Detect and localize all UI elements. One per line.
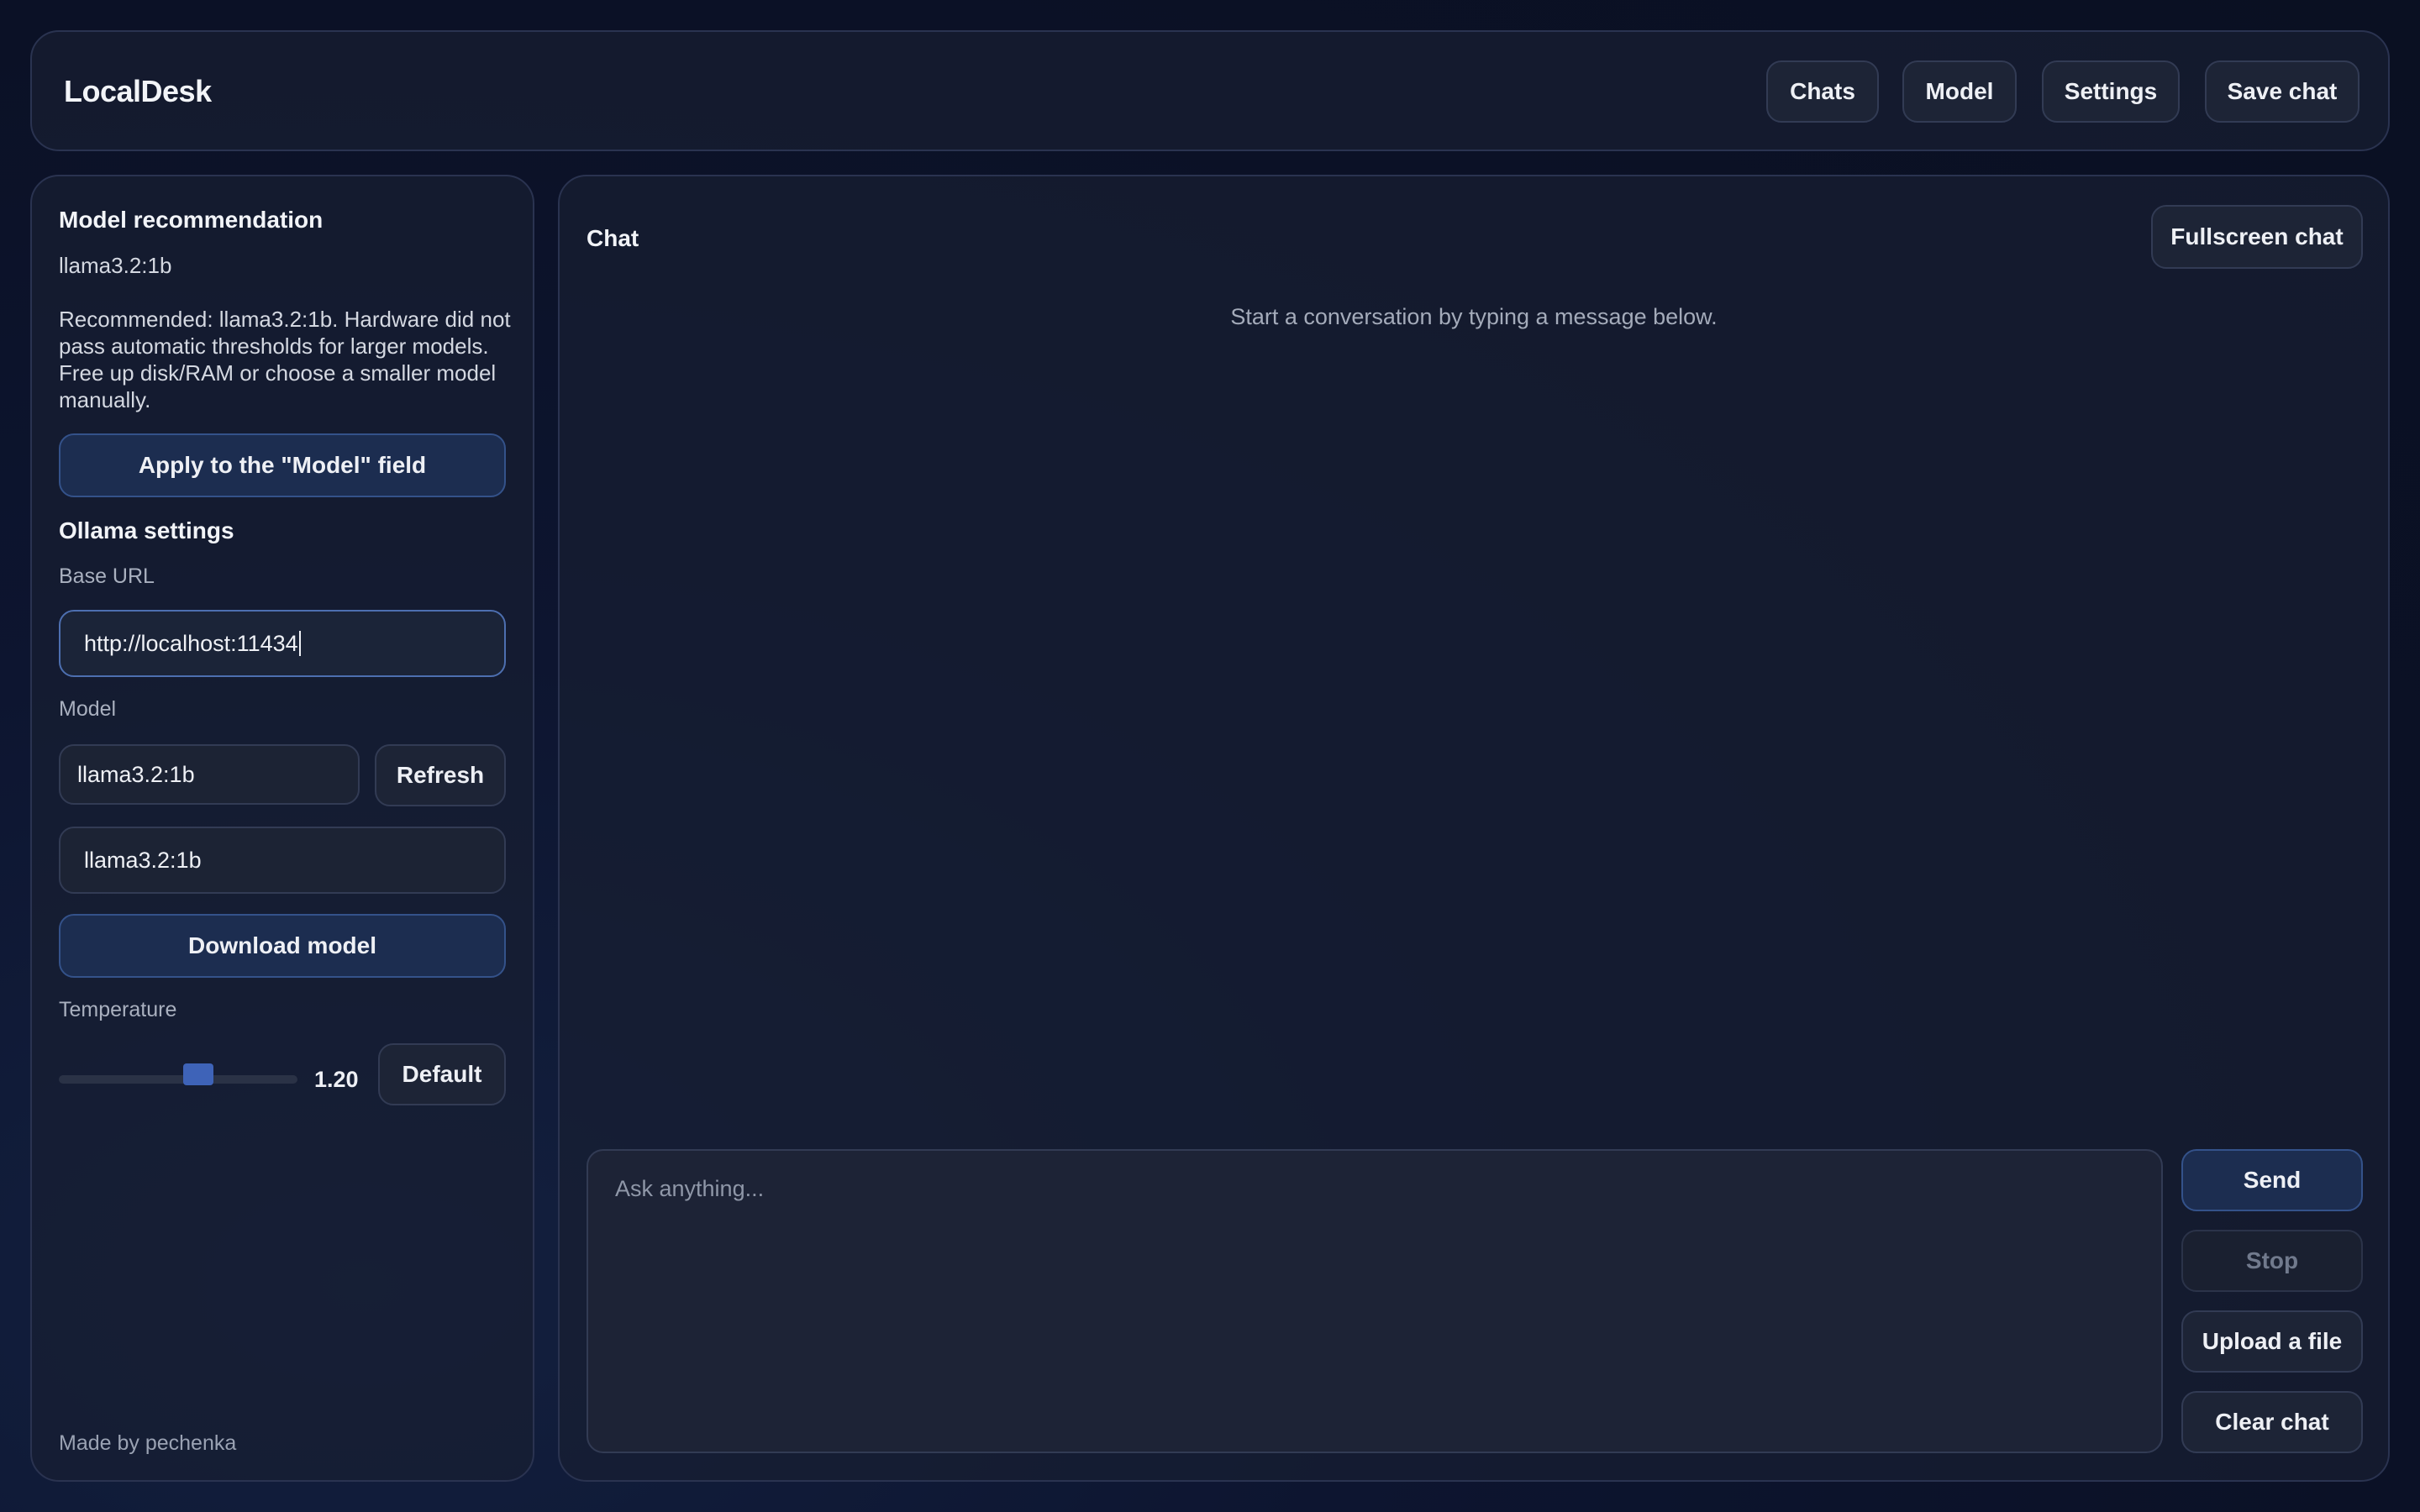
upload-file-button[interactable]: Upload a file xyxy=(2181,1310,2363,1373)
settings-button[interactable]: Settings xyxy=(2042,60,2180,123)
chats-button[interactable]: Chats xyxy=(1766,60,1879,123)
model-button[interactable]: Model xyxy=(1902,60,2017,123)
model-select[interactable]: llama3.2:1b xyxy=(59,744,360,805)
chat-panel: Chat Fullscreen chat Start a conversatio… xyxy=(558,175,2390,1482)
model-label: Model xyxy=(59,697,117,721)
footer-credit: Made by pechenka xyxy=(59,1431,237,1455)
text-caret xyxy=(298,631,301,656)
temperature-slider-track[interactable] xyxy=(59,1075,297,1084)
base-url-label: Base URL xyxy=(59,564,155,588)
download-model-value: llama3.2:1b xyxy=(84,847,202,873)
recommendation-text: Recommended: llama3.2:1b. Hardware did n… xyxy=(59,307,511,412)
chat-input[interactable] xyxy=(587,1149,2163,1453)
refresh-button[interactable]: Refresh xyxy=(375,744,506,806)
temperature-slider-handle[interactable] xyxy=(183,1063,213,1085)
recommended-model-name: llama3.2:1b xyxy=(59,253,172,278)
model-select-value: llama3.2:1b xyxy=(77,761,195,787)
chat-title: Chat xyxy=(587,225,639,251)
sidebar: Model recommendation llama3.2:1b Recomme… xyxy=(30,175,534,1482)
save-chat-button[interactable]: Save chat xyxy=(2205,60,2360,123)
model-recommendation-heading: Model recommendation xyxy=(59,207,324,233)
default-temperature-button[interactable]: Default xyxy=(378,1043,506,1105)
stop-button[interactable]: Stop xyxy=(2181,1230,2363,1292)
download-model-input[interactable]: llama3.2:1b xyxy=(59,827,506,894)
send-button[interactable]: Send xyxy=(2181,1149,2363,1211)
temperature-value: 1.20 xyxy=(314,1067,359,1092)
base-url-value: http://localhost:11434 xyxy=(84,630,298,656)
base-url-input[interactable]: http://localhost:11434 xyxy=(59,610,506,677)
temperature-label: Temperature xyxy=(59,998,177,1021)
clear-chat-button[interactable]: Clear chat xyxy=(2181,1391,2363,1453)
app-title: LocalDesk xyxy=(64,74,212,108)
empty-chat-message: Start a conversation by typing a message… xyxy=(1230,304,1718,329)
top-bar: LocalDesk Chats Model Settings Save chat xyxy=(30,30,2390,151)
download-model-button[interactable]: Download model xyxy=(59,914,506,978)
apply-model-button[interactable]: Apply to the "Model" field xyxy=(59,433,506,497)
ollama-settings-heading: Ollama settings xyxy=(59,517,234,543)
fullscreen-chat-button[interactable]: Fullscreen chat xyxy=(2151,205,2363,269)
